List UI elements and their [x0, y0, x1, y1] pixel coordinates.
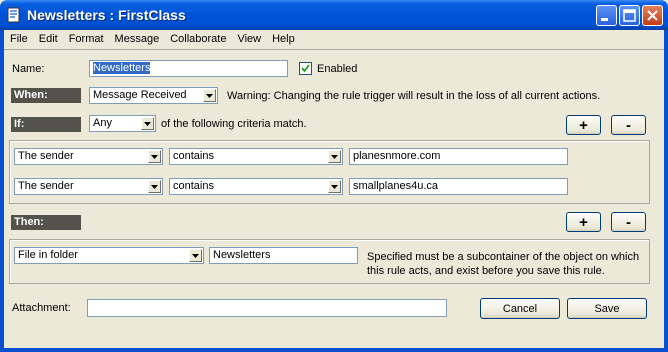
action-type: File in folder: [18, 249, 78, 261]
criteria-1-field-dropdown[interactable]: The sender: [14, 148, 163, 165]
chevron-down-icon: [206, 94, 213, 98]
chevron-down-icon: [331, 185, 338, 189]
window-frame-right: [664, 30, 668, 352]
menu-format[interactable]: Format: [63, 30, 109, 49]
menu-message[interactable]: Message: [109, 30, 165, 49]
action-note-line-2: this rule acts, and exist before you sav…: [367, 265, 605, 277]
maximize-icon: [623, 9, 636, 22]
chevron-down-icon: [192, 254, 199, 258]
menu-separator: [4, 49, 664, 50]
then-label: Then:: [11, 215, 81, 230]
chevron-down-icon: [151, 185, 158, 189]
menu-help[interactable]: Help: [266, 30, 300, 49]
action-type-dropdown[interactable]: File in folder: [14, 247, 204, 264]
match-dropdown[interactable]: Any: [89, 115, 156, 132]
save-button[interactable]: Save: [567, 298, 647, 319]
criteria-1-operator: contains: [173, 150, 214, 162]
criteria-2-operator-arrow[interactable]: [328, 180, 341, 193]
trigger-dropdown[interactable]: Message Received: [89, 87, 218, 104]
criteria-1-value-input[interactable]: planesnmore.com: [349, 148, 568, 165]
remove-action-button[interactable]: -: [611, 212, 646, 232]
when-label: When:: [11, 88, 81, 103]
minimize-icon: [601, 18, 608, 21]
enabled-label: Enabled: [317, 63, 358, 75]
criteria-2-field: The sender: [18, 180, 74, 192]
menu-bar: File Edit Format Message Collaborate Vie…: [4, 30, 664, 49]
checkmark-icon: [301, 64, 310, 73]
criteria-2-operator-dropdown[interactable]: contains: [169, 178, 343, 195]
name-label: Name:: [12, 63, 45, 75]
attachment-input[interactable]: [87, 299, 447, 317]
firstclass-app-icon[interactable]: [6, 7, 22, 23]
if-label: If:: [11, 117, 81, 132]
close-button[interactable]: [642, 5, 663, 26]
cancel-button[interactable]: Cancel: [480, 298, 560, 319]
menu-view[interactable]: View: [231, 30, 266, 49]
trigger-value: Message Received: [93, 89, 187, 101]
criteria-1-operator-dropdown[interactable]: contains: [169, 148, 343, 165]
chevron-down-icon: [151, 155, 158, 159]
criteria-1-field: The sender: [18, 150, 74, 162]
window-frame-bottom: [0, 348, 668, 352]
name-field-value: Newsletters: [93, 62, 151, 74]
criteria-2-value-input[interactable]: smallplanes4u.ca: [349, 178, 568, 195]
action-folder-input[interactable]: Newsletters: [209, 247, 358, 264]
close-icon: [647, 10, 658, 21]
minimize-button[interactable]: [596, 5, 617, 26]
criteria-1-operator-arrow[interactable]: [328, 150, 341, 163]
criteria-2-field-arrow[interactable]: [148, 180, 161, 193]
match-value: Any: [93, 117, 112, 129]
menu-edit[interactable]: Edit: [33, 30, 63, 49]
action-note-line-1: Specified must be a subcontainer of the …: [367, 251, 640, 263]
add-action-button[interactable]: +: [566, 212, 601, 232]
criteria-2-field-dropdown[interactable]: The sender: [14, 178, 163, 195]
chevron-down-icon: [144, 122, 151, 126]
window-title: Newsletters : FirstClass: [27, 7, 186, 23]
criteria-1-field-arrow[interactable]: [148, 150, 161, 163]
maximize-button[interactable]: [619, 5, 640, 26]
attachment-label: Attachment:: [12, 302, 71, 314]
match-suffix: of the following criteria match.: [161, 118, 307, 130]
window-frame-left: [0, 30, 4, 352]
menu-file[interactable]: File: [4, 30, 33, 49]
name-field[interactable]: Newsletters: [89, 60, 288, 77]
trigger-dropdown-arrow[interactable]: [203, 89, 216, 102]
chevron-down-icon: [331, 155, 338, 159]
enabled-checkbox[interactable]: [299, 62, 312, 75]
match-dropdown-arrow[interactable]: [141, 117, 154, 130]
add-criteria-button[interactable]: +: [566, 115, 601, 135]
menu-collaborate[interactable]: Collaborate: [164, 30, 231, 49]
trigger-warning: Warning: Changing the rule trigger will …: [227, 90, 601, 102]
remove-criteria-button[interactable]: -: [611, 115, 646, 135]
action-type-arrow[interactable]: [189, 249, 202, 262]
criteria-2-operator: contains: [173, 180, 214, 192]
